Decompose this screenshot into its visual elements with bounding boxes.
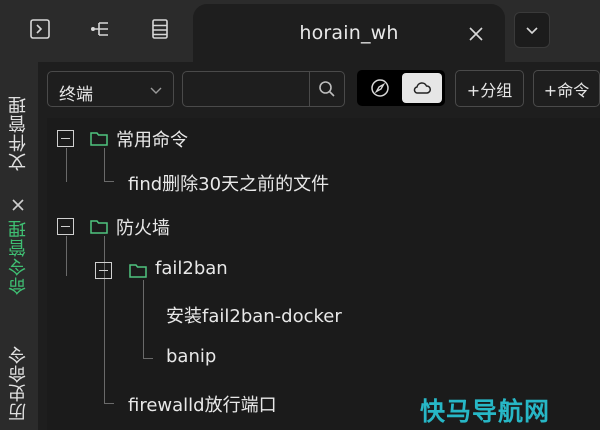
collapse-icon[interactable]	[57, 218, 74, 235]
add-command-button[interactable]: +命令	[533, 70, 600, 107]
tree-group-firewall[interactable]: 防火墙	[47, 212, 347, 242]
session-tab-title: horain_wh	[299, 22, 399, 44]
close-icon[interactable]	[463, 21, 489, 47]
search-input[interactable]	[183, 72, 309, 106]
tree-group-label: 常用命令	[116, 130, 188, 151]
command-tree: 常用命令 find删除30天之前的文件 防火墙 fail2ban 安装fail2…	[47, 118, 600, 430]
tree-item-label: banip	[166, 346, 217, 367]
command-type-select[interactable]: 终端	[47, 71, 174, 107]
session-tab[interactable]: horain_wh	[193, 4, 505, 62]
local-cloud-toggle	[357, 70, 445, 106]
sidebar-tab-label: 历史命令	[8, 345, 29, 421]
local-mode-button[interactable]	[360, 73, 400, 103]
close-icon[interactable]	[9, 196, 27, 214]
chevron-down-icon	[150, 87, 162, 94]
terminal-icon[interactable]	[25, 14, 55, 44]
sidebar-tab-label: 文件管理	[8, 95, 29, 171]
search-divider	[309, 72, 310, 106]
close-icon-svg	[469, 27, 483, 41]
command-type-value: 终端	[59, 85, 93, 105]
tree-group-fail2ban[interactable]: fail2ban	[47, 256, 347, 286]
top-bar: horain_wh	[0, 0, 600, 62]
vertical-sidebar: 文件管理 命令管理 历史命令	[0, 62, 38, 430]
command-manager-panel: 终端 +分组 +命令 常用命令 find删除30天之前的文件 防火墙 fail2…	[38, 62, 600, 430]
sidebar-tab-history[interactable]: 历史命令	[0, 340, 38, 426]
list-icon[interactable]	[145, 14, 175, 44]
folder-icon	[129, 264, 147, 278]
sidebar-tab-label: 命令管理	[8, 219, 29, 295]
cloud-icon	[413, 82, 431, 94]
search-box[interactable]	[182, 71, 345, 107]
collapse-icon[interactable]	[95, 262, 112, 279]
close-icon-svg	[12, 199, 24, 211]
cloud-mode-button[interactable]	[402, 73, 442, 103]
chevron-down-icon	[526, 27, 538, 35]
tab-list-dropdown-button[interactable]	[514, 12, 550, 48]
sidebar-tab-file-manager[interactable]: 文件管理	[0, 88, 38, 178]
tree-item[interactable]: firewalld放行端口	[47, 389, 447, 419]
tree-structure-icon[interactable]	[85, 14, 115, 44]
compass-icon	[371, 79, 389, 97]
tree-item[interactable]: 安装fail2ban-docker	[47, 300, 447, 330]
tree-structure-icon-svg	[91, 22, 108, 36]
tree-item[interactable]: banip	[47, 344, 347, 374]
add-group-button[interactable]: +分组	[455, 70, 524, 107]
tree-item[interactable]: find删除30天之前的文件	[47, 168, 447, 198]
tree-group-common[interactable]: 常用命令	[47, 124, 347, 154]
tree-item-label: 安装fail2ban-docker	[166, 306, 342, 327]
tree-group-label: fail2ban	[155, 258, 228, 279]
folder-icon	[90, 220, 108, 234]
list-icon-svg	[152, 19, 168, 39]
tree-group-label: 防火墙	[116, 218, 170, 239]
sidebar-tab-command-manager[interactable]: 命令管理	[0, 214, 38, 300]
tree-item-label: firewalld放行端口	[128, 395, 277, 416]
collapse-icon[interactable]	[57, 130, 74, 147]
watermark: 快马导航网	[420, 397, 551, 426]
tree-item-label: find删除30天之前的文件	[128, 174, 330, 195]
folder-icon	[90, 132, 108, 146]
terminal-icon-svg	[30, 19, 50, 39]
search-icon[interactable]	[318, 80, 336, 98]
